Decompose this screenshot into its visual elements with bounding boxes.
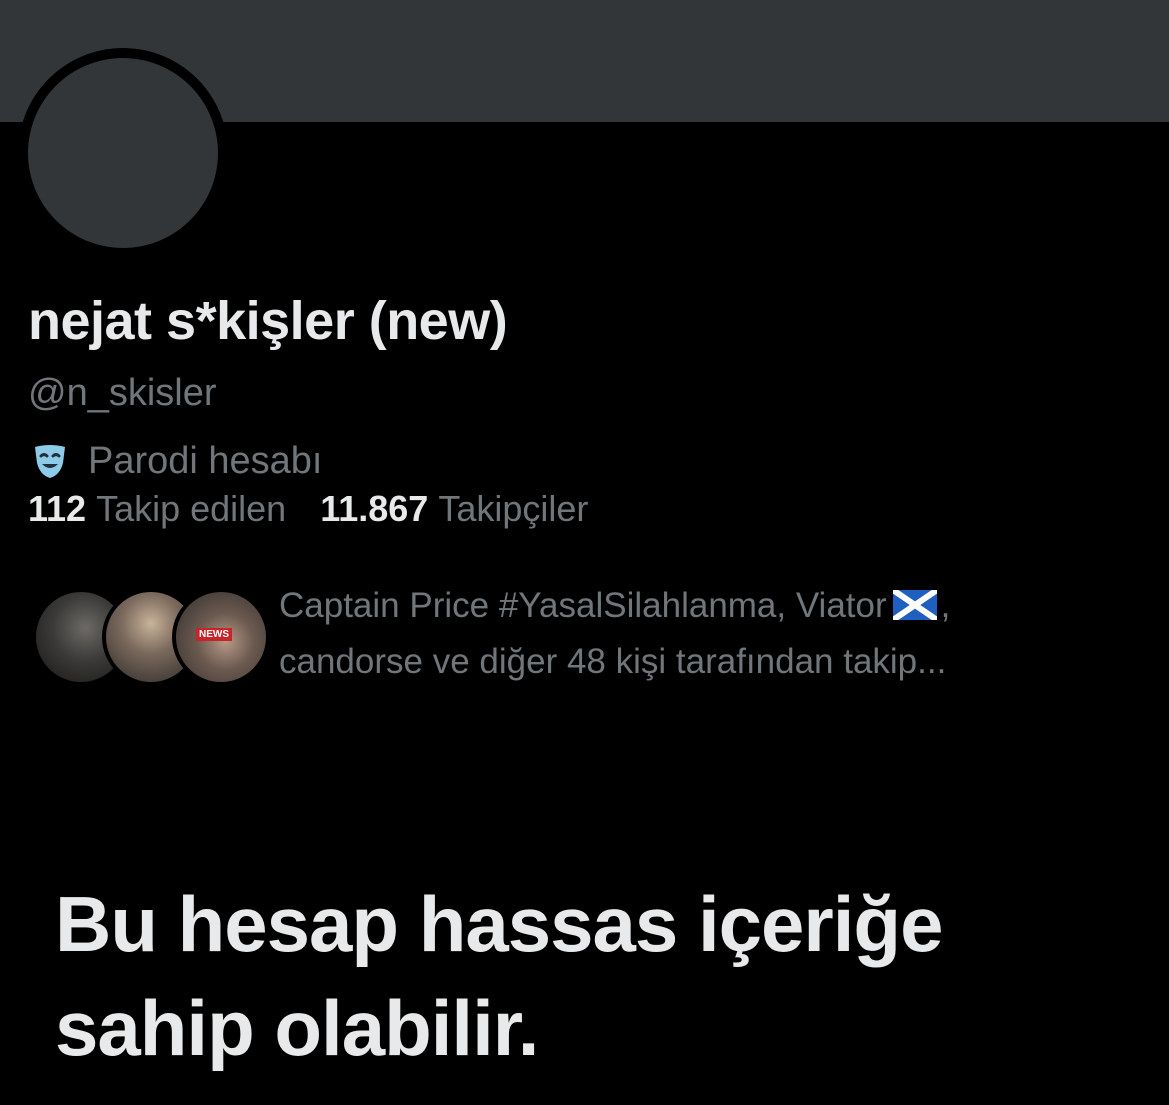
following-label[interactable]: Takip edilen xyxy=(96,488,286,530)
followed-by-avatars[interactable]: NEWS xyxy=(32,588,270,688)
followed-by-line-2: candorse ve diğer 48 kişi tarafından tak… xyxy=(279,642,947,681)
followed-by-line-1: Captain Price #YasalSilahlanma, Viator , xyxy=(279,578,1079,634)
sensitive-warning-line-2: sahip olabilir. xyxy=(55,984,539,1072)
followers-label[interactable]: Takipçiler xyxy=(438,488,588,530)
follower-avatar[interactable]: NEWS xyxy=(172,588,270,686)
profile-avatar[interactable] xyxy=(28,58,218,248)
followed-by-names: Captain Price #YasalSilahlanma, Viator xyxy=(279,586,887,625)
profile-avatar-ring xyxy=(18,48,228,258)
scotland-flag-icon xyxy=(892,589,937,620)
followed-by-text[interactable]: Captain Price #YasalSilahlanma, Viator ,… xyxy=(279,578,1079,690)
followed-by-comma: , xyxy=(940,586,951,625)
news-badge: NEWS xyxy=(196,628,232,641)
user-handle: @n_skisler xyxy=(28,372,217,414)
parody-account-label: Parodi hesabı xyxy=(30,436,323,486)
sensitive-warning-line-1: Bu hesap hassas içeriğe xyxy=(55,880,943,968)
sensitive-content-warning: Bu hesap hassas içeriğe sahip olabilir. xyxy=(55,872,1135,1080)
following-count[interactable]: 112 xyxy=(28,488,86,530)
display-name: nejat s*kişler (new) xyxy=(28,291,508,351)
parody-label: Parodi hesabı xyxy=(88,439,323,482)
profile-stats: 112 Takip edilen 11.867 Takipçiler xyxy=(28,488,622,530)
followers-count[interactable]: 11.867 xyxy=(320,488,428,530)
theater-mask-icon xyxy=(35,445,65,478)
